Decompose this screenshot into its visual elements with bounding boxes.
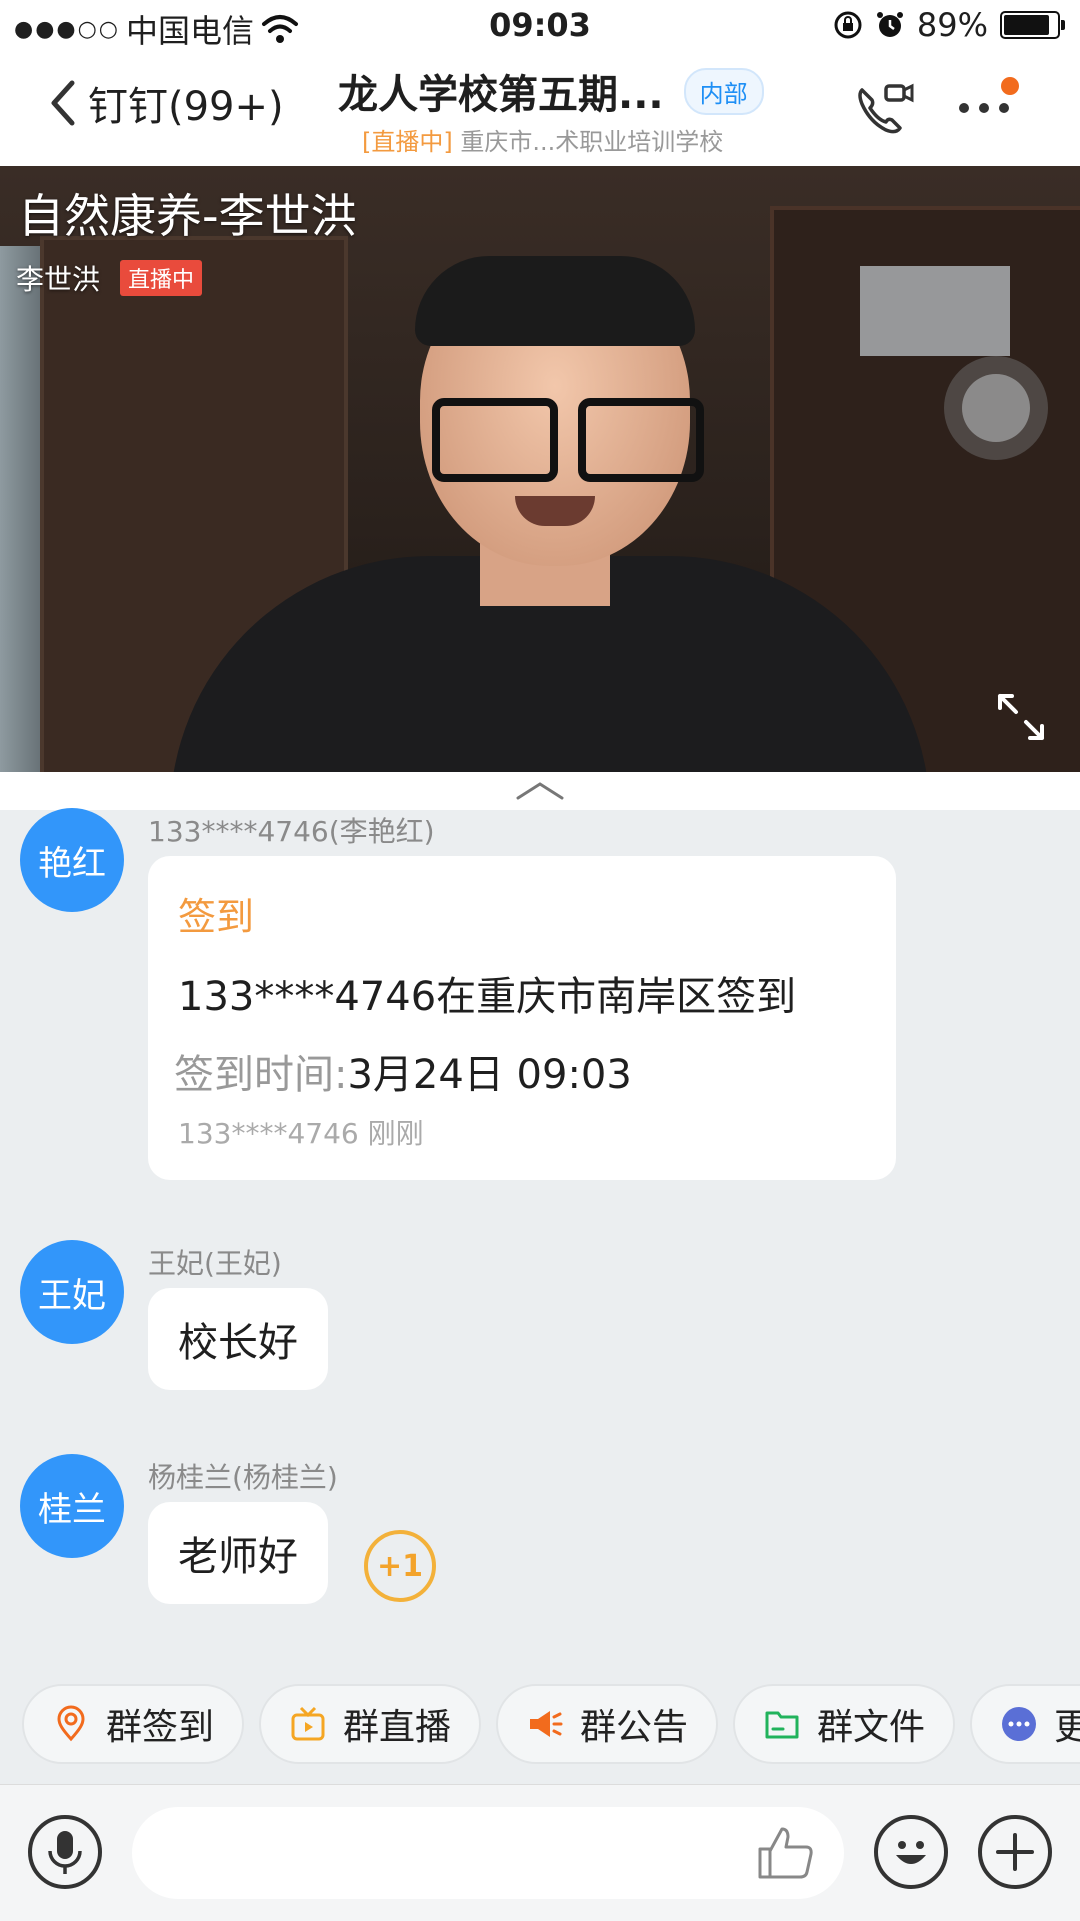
message-bubble[interactable]: 老师好 (148, 1502, 328, 1604)
alarm-icon (876, 12, 903, 37)
quick-action-bar: 群签到 群直播 群公告 群文件 更 (0, 1680, 1080, 1770)
add-attachment-button[interactable] (978, 1815, 1052, 1889)
location-pin-icon (57, 1705, 85, 1742)
checkin-time-value: 3月24日 09:03 (347, 1052, 632, 1098)
chip-label: 群公告 (580, 1707, 689, 1748)
chip-label: 群直播 (343, 1707, 452, 1748)
host-name: 李世洪 (16, 263, 101, 296)
checkin-footer: 133****4746 刚刚 (178, 1117, 424, 1150)
battery-icon (1000, 11, 1065, 39)
group-announcement-button[interactable]: 群公告 (496, 1684, 719, 1764)
plus-icon (996, 1833, 1034, 1871)
message-input[interactable] (132, 1807, 844, 1899)
battery-percentage: 89% (916, 6, 988, 44)
checkin-card[interactable]: 签到 133****4746在重庆市南岸区签到 签到时间:3月24日 09:03… (148, 856, 896, 1180)
internal-badge: 内部 (683, 67, 764, 115)
megaphone-icon (530, 1711, 563, 1737)
chip-label: 更 (1054, 1707, 1080, 1748)
sender-name: 杨桂兰(杨桂兰) (148, 1461, 338, 1494)
emoji-button[interactable] (874, 1815, 948, 1889)
message-text: 校长好 (178, 1320, 298, 1366)
thumbs-up-icon[interactable] (756, 1825, 814, 1881)
smiley-icon (896, 1841, 926, 1864)
chip-label: 群签到 (106, 1707, 215, 1748)
back-button[interactable]: 钉钉(99+) (48, 74, 284, 132)
group-live-button[interactable]: 群直播 (259, 1684, 482, 1764)
live-badge: 直播中 (120, 260, 203, 296)
more-icon[interactable] (956, 72, 1020, 132)
chip-label: 群文件 (817, 1707, 926, 1748)
chevron-left-icon (51, 80, 75, 126)
more-actions-button[interactable]: 更 (970, 1684, 1080, 1764)
rotation-lock-icon (834, 11, 862, 39)
video-call-icon[interactable] (852, 78, 914, 140)
floating-assistive-button[interactable] (944, 356, 1048, 460)
avatar[interactable]: 桂兰 (20, 1454, 124, 1558)
plus-one-button[interactable]: +1 (364, 1530, 436, 1602)
folder-icon (765, 1711, 799, 1739)
status-bar: ●●●○○ 中国电信 09:03 89% (0, 0, 1080, 54)
microphone-icon (48, 1831, 82, 1874)
live-title: 自然康养-李世洪 (18, 189, 357, 243)
checkin-label: 签到 (178, 895, 255, 939)
checkin-time-label: 签到时间: (174, 1052, 348, 1098)
live-status: [直播中] (362, 128, 453, 156)
input-bar (0, 1784, 1080, 1921)
sender-name: 王妃(王妃) (148, 1247, 282, 1280)
message-text: 老师好 (178, 1534, 298, 1580)
more-dots-icon (1002, 1707, 1036, 1741)
message-bubble[interactable]: 校长好 (148, 1288, 328, 1390)
checkin-location-text: 133****4746在重庆市南岸区签到 (178, 974, 797, 1020)
organization-name: 重庆市...术职业培训学校 (460, 128, 724, 156)
group-files-button[interactable]: 群文件 (733, 1684, 956, 1764)
collapse-video-handle[interactable] (0, 772, 1080, 810)
back-label: 钉钉(99+) (88, 84, 284, 130)
group-checkin-button[interactable]: 群签到 (22, 1684, 245, 1764)
voice-input-button[interactable] (28, 1815, 102, 1889)
sender-name: 133****4746(李艳红) (148, 815, 435, 848)
avatar[interactable]: 王妃 (20, 1240, 124, 1344)
live-video-player[interactable]: 自然康养-李世洪 李世洪 直播中 (0, 166, 1080, 772)
tv-icon (291, 1706, 325, 1741)
avatar[interactable]: 艳红 (20, 808, 124, 912)
chevron-up-icon (516, 782, 564, 800)
group-title[interactable]: 龙人学校第五期... (338, 62, 664, 120)
group-subtitle: [直播中] 重庆市...术职业培训学校 (362, 122, 723, 157)
chat-header: 钉钉(99+) 龙人学校第五期... 内部 [直播中] 重庆市...术职业培训学… (0, 54, 1080, 166)
fullscreen-icon[interactable] (996, 692, 1046, 742)
